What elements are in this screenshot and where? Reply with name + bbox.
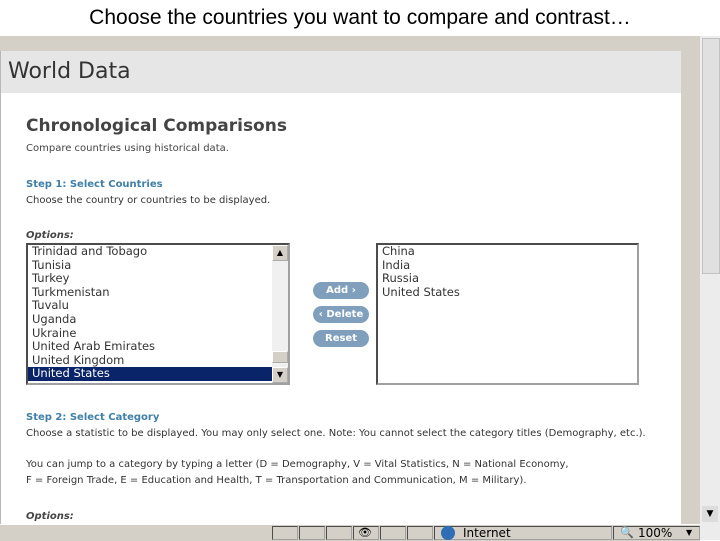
- page-scrollbar[interactable]: ▼: [700, 36, 720, 540]
- site-title: World Data: [8, 59, 131, 84]
- selected-countries-items: China India Russia United States: [378, 245, 637, 299]
- status-cell: [407, 526, 433, 540]
- page-heading: Chronological Comparisons: [26, 116, 287, 136]
- zone-cell: [434, 526, 612, 540]
- jump-instructions-line2: F = Foreign Trade, E = Education and Hea…: [26, 475, 527, 486]
- selected-country[interactable]: China: [378, 245, 637, 259]
- country-option[interactable]: Turkmenistan: [28, 285, 288, 300]
- scroll-down-icon[interactable]: ▼: [272, 367, 288, 383]
- page-scroll-down-icon[interactable]: ▼: [702, 506, 718, 522]
- reset-button[interactable]: Reset: [313, 330, 369, 347]
- browser-window: World Data Chronological Comparisons Com…: [0, 36, 720, 541]
- page-subheading: Compare countries using historical data.: [26, 143, 229, 154]
- options-label-2: Options:: [26, 511, 74, 522]
- selected-country[interactable]: India: [378, 258, 637, 273]
- delete-button[interactable]: ‹ Delete: [313, 306, 369, 323]
- scroll-up-icon[interactable]: ▲: [272, 245, 288, 261]
- country-option[interactable]: Tuvalu: [28, 299, 288, 313]
- status-bar: Internet 100% ▼ 🔍: [0, 524, 700, 541]
- privacy-icon[interactable]: 👁: [358, 526, 374, 539]
- options-listbox-scrollbar[interactable]: ▲ ▼: [272, 245, 288, 383]
- jump-instructions-line1: You can jump to a category by typing a l…: [26, 459, 569, 470]
- status-cell: [272, 526, 298, 540]
- globe-icon: [441, 526, 455, 540]
- magnifier-icon[interactable]: 🔍: [620, 526, 634, 540]
- country-option[interactable]: Ukraine: [28, 326, 288, 341]
- country-option[interactable]: Trinidad and Tobago: [28, 245, 288, 259]
- status-cell: [380, 526, 406, 540]
- status-cell: [326, 526, 352, 540]
- selected-countries-listbox[interactable]: China India Russia United States: [376, 243, 639, 385]
- country-option[interactable]: United Arab Emirates: [28, 340, 288, 354]
- selected-country[interactable]: United States: [378, 285, 637, 300]
- country-option[interactable]: United States: [28, 367, 288, 381]
- status-cell: [299, 526, 325, 540]
- step1-desc: Choose the country or countries to be di…: [26, 195, 271, 206]
- add-button[interactable]: Add ›: [313, 282, 369, 299]
- country-option[interactable]: Tunisia: [28, 258, 288, 273]
- step2-title: Step 2: Select Category: [26, 412, 160, 423]
- site-header: World Data: [1, 51, 681, 93]
- step2-desc: Choose a statistic to be displayed. You …: [26, 428, 646, 439]
- country-option[interactable]: Turkey: [28, 272, 288, 286]
- country-option[interactable]: Uganda: [28, 312, 288, 327]
- options-label: Options:: [26, 230, 74, 241]
- scroll-thumb[interactable]: [272, 351, 288, 363]
- slide-title: Choose the countries you want to compare…: [89, 6, 631, 29]
- zoom-dropdown-icon[interactable]: ▼: [686, 526, 692, 540]
- selected-country[interactable]: Russia: [378, 272, 637, 286]
- country-option[interactable]: United Kingdom: [28, 353, 288, 368]
- step1-title: Step 1: Select Countries: [26, 179, 163, 190]
- country-options-listbox[interactable]: Trinidad and Tobago Tunisia Turkey Turkmeni…: [26, 243, 290, 385]
- country-options-items: Trinidad and Tobago Tunisia Turkey Turkmeni…: [28, 245, 288, 381]
- zone-label: Internet: [463, 526, 511, 540]
- zoom-label[interactable]: 100%: [638, 526, 672, 540]
- page-content: World Data Chronological Comparisons Com…: [0, 51, 681, 524]
- page-scroll-thumb[interactable]: [702, 38, 720, 274]
